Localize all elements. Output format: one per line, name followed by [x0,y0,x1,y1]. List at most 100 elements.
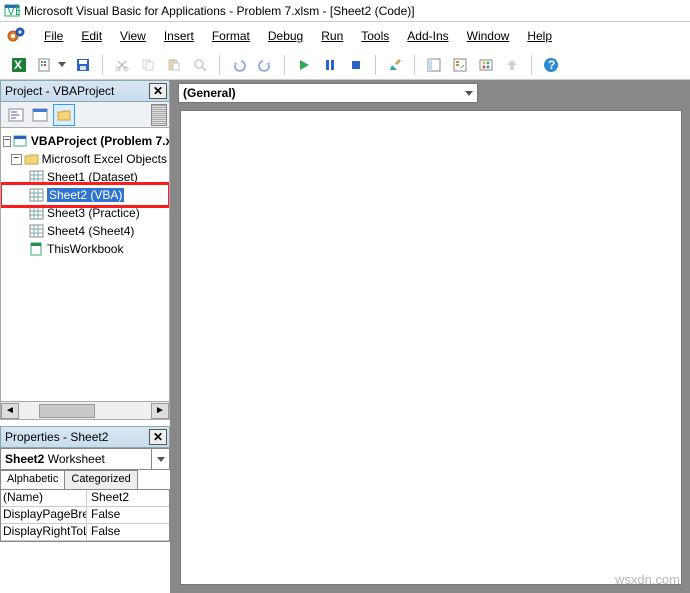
properties-tabs: Alphabetic Categorized [0,470,170,490]
menu-insert[interactable]: Insert [156,26,202,46]
undo-icon[interactable] [228,54,250,76]
svg-text:X: X [14,58,22,72]
property-row: DisplayPageBreaksFalse [1,507,169,524]
svg-text:?: ? [548,58,555,72]
tree-folder-label: Microsoft Excel Objects [42,152,167,166]
menu-bar: File Edit View Insert Format Debug Run T… [0,22,690,50]
menu-file[interactable]: File [36,26,71,46]
property-key: DisplayRightToLeft [1,524,87,540]
properties-grid[interactable]: (Name)Sheet2 DisplayPageBreaksFalse Disp… [0,490,170,542]
property-key: (Name) [1,490,87,506]
tree-item-sheet1[interactable]: Sheet1 (Dataset) [3,168,167,186]
tree-item-thisworkbook[interactable]: ThisWorkbook [3,240,167,258]
object-dropdown[interactable]: (General) [178,83,478,103]
tree-item-label: ThisWorkbook [47,242,123,256]
scroll-right-arrow[interactable]: ► [151,403,169,419]
tree-item-label: Sheet3 (Practice) [47,206,140,220]
tree-root-label: VBAProject (Problem 7.xlsm) [31,134,170,148]
help-icon[interactable]: ? [540,54,562,76]
property-value[interactable]: Sheet2 [87,490,169,506]
menu-debug[interactable]: Debug [260,26,311,46]
project-explorer-icon[interactable] [423,54,445,76]
tree-item-label: Sheet1 (Dataset) [47,170,138,184]
worksheet-icon [29,224,45,238]
project-tree[interactable]: − VBAProject (Problem 7.xlsm) − Microsof… [0,128,170,420]
paste-icon[interactable] [163,54,185,76]
panel-grip[interactable] [151,104,167,126]
menu-run[interactable]: Run [313,26,351,46]
insert-dropdown-arrow[interactable] [58,62,66,67]
design-mode-icon[interactable] [384,54,406,76]
properties-object-select[interactable]: Sheet2 Worksheet [0,448,170,470]
menu-tools[interactable]: Tools [353,26,397,46]
tab-categorized[interactable]: Categorized [64,470,137,489]
tree-item-sheet3[interactable]: Sheet3 (Practice) [3,204,167,222]
tree-item-label: Sheet4 (Sheet4) [47,224,134,238]
properties-panel-header: Properties - Sheet2 ✕ [0,426,170,448]
redo-icon[interactable] [254,54,276,76]
property-row: DisplayRightToLeftFalse [1,524,169,541]
project-panel-toolbar [0,102,170,128]
menu-edit[interactable]: Edit [73,26,110,46]
view-excel-icon[interactable]: X [8,54,30,76]
property-value[interactable]: False [87,524,169,540]
code-pane: (General) [172,80,690,593]
menu-window[interactable]: Window [459,26,518,46]
worksheet-icon [29,206,45,220]
window-title: Microsoft Visual Basic for Applications … [24,4,415,18]
folder-icon [24,152,40,166]
save-icon[interactable] [72,54,94,76]
tree-item-label: Sheet2 (VBA) [47,188,124,202]
tree-item-sheet4[interactable]: Sheet4 (Sheet4) [3,222,167,240]
prop-object-type: Worksheet [48,452,105,466]
collapse-icon[interactable]: − [11,154,22,165]
menu-format[interactable]: Format [204,26,258,46]
toolbar: X ? [0,50,690,80]
break-icon[interactable] [319,54,341,76]
project-panel-close-button[interactable]: ✕ [149,83,167,99]
watermark: wsxdn.com [615,572,680,587]
property-row: (Name)Sheet2 [1,490,169,507]
chevron-down-icon[interactable] [465,91,473,96]
tree-folder[interactable]: − Microsoft Excel Objects [3,150,167,168]
properties-panel-close-button[interactable]: ✕ [149,429,167,445]
project-panel-header: Project - VBAProject ✕ [0,80,170,102]
run-icon[interactable] [293,54,315,76]
menu-addins[interactable]: Add-Ins [399,26,456,46]
tree-item-sheet2[interactable]: Sheet2 (VBA) [3,186,167,204]
reset-icon[interactable] [345,54,367,76]
tab-alphabetic[interactable]: Alphabetic [0,470,65,489]
view-code-icon[interactable] [5,104,27,126]
view-object-icon[interactable] [29,104,51,126]
workbook-icon [29,242,45,256]
toolbox-icon[interactable] [501,54,523,76]
worksheet-icon [29,188,45,202]
scroll-left-arrow[interactable]: ◄ [1,403,19,419]
insert-module-icon[interactable] [34,54,56,76]
tree-h-scrollbar[interactable]: ◄ ► [1,401,169,419]
object-dropdown-value: (General) [183,86,236,100]
chevron-down-icon[interactable] [151,449,169,469]
collapse-icon[interactable]: − [3,136,11,147]
scroll-thumb[interactable] [21,404,149,418]
object-browser-icon[interactable] [475,54,497,76]
app-icon: VB [4,3,20,19]
title-bar: VB Microsoft Visual Basic for Applicatio… [0,0,690,22]
property-key: DisplayPageBreaks [1,507,87,523]
cut-icon[interactable] [111,54,133,76]
toggle-folders-icon[interactable] [53,104,75,126]
code-editor[interactable] [180,110,682,585]
menu-help[interactable]: Help [519,26,560,46]
prop-object-name: Sheet2 [5,452,44,466]
menu-view[interactable]: View [112,26,154,46]
svg-text:VB: VB [7,4,20,18]
tree-root[interactable]: − VBAProject (Problem 7.xlsm) [3,132,167,150]
worksheet-icon [29,170,45,184]
property-value[interactable]: False [87,507,169,523]
find-icon[interactable] [189,54,211,76]
project-icon [13,134,29,148]
copy-icon[interactable] [137,54,159,76]
project-panel-title: Project - VBAProject [5,84,114,98]
properties-panel-title: Properties - Sheet2 [5,430,108,444]
properties-window-icon[interactable] [449,54,471,76]
